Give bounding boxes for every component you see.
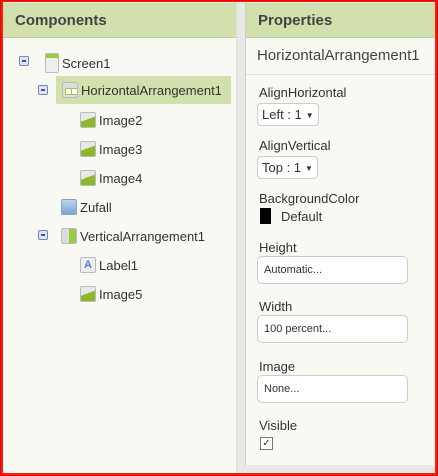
tree-item-label1[interactable]: A Label1 <box>80 254 138 276</box>
tree-label: Image3 <box>99 141 143 157</box>
image-icon <box>80 141 96 157</box>
tree-item-image3[interactable]: Image3 <box>80 138 142 160</box>
tree-label: Screen1 <box>62 55 111 71</box>
tree-label: VerticalArrangement1 <box>80 228 206 244</box>
align-horizontal-dropdown[interactable]: Left : 1 ▼ <box>257 103 319 126</box>
tree-label: HorizontalArrangement1 <box>81 82 222 98</box>
visible-label: Visible <box>259 418 298 433</box>
background-color-value[interactable]: Default <box>281 209 322 224</box>
collapse-screen1-toggle[interactable] <box>19 56 29 66</box>
components-header: Components <box>3 3 236 38</box>
tree-item-zufall[interactable]: Zufall <box>61 196 112 218</box>
tree-item-image4[interactable]: Image4 <box>80 167 142 189</box>
tree-item-verticalarrangement1[interactable]: VerticalArrangement1 <box>61 225 205 247</box>
dropdown-value: Left : 1 <box>262 107 302 122</box>
tree-item-image5[interactable]: Image5 <box>80 283 142 305</box>
components-panel: Components Screen1 HorizontalArrangement… <box>3 3 237 475</box>
tree-item-image2[interactable]: Image2 <box>80 109 142 131</box>
properties-panel: Properties HorizontalArrangement1 AlignH… <box>245 3 437 465</box>
height-label: Height <box>259 240 297 255</box>
height-field[interactable]: Automatic... <box>257 256 408 284</box>
dropdown-value: Top : 1 <box>262 160 302 175</box>
image-icon <box>80 170 96 186</box>
tree-item-horizontalarrangement1[interactable]: HorizontalArrangement1 <box>56 76 231 104</box>
width-label: Width <box>259 299 293 314</box>
collapse-vertical-arrangement1-toggle[interactable] <box>38 230 48 240</box>
tree-label: Image5 <box>99 286 143 302</box>
horizontal-arrangement-icon <box>62 82 78 98</box>
tree-item-screen1[interactable]: Screen1 <box>45 52 110 74</box>
image-field[interactable]: None... <box>257 375 408 403</box>
align-vertical-dropdown[interactable]: Top : 1 ▼ <box>257 156 318 179</box>
dropdown-arrow-icon: ▼ <box>305 111 314 121</box>
collapse-horizontal-arrangement1-toggle[interactable] <box>38 85 48 95</box>
tree-label: Zufall <box>80 199 112 215</box>
width-field[interactable]: 100 percent... <box>257 315 408 343</box>
color-swatch[interactable] <box>260 208 271 224</box>
align-horizontal-label: AlignHorizontal <box>259 85 347 100</box>
visible-checkbox[interactable]: ✓ <box>260 437 273 450</box>
tree-label: Image4 <box>99 170 143 186</box>
label-icon: A <box>80 257 96 273</box>
background-color-label: BackgroundColor <box>259 191 360 206</box>
tree-label: Label1 <box>99 257 139 273</box>
align-vertical-label: AlignVertical <box>259 138 331 153</box>
image-icon <box>80 286 96 302</box>
screen-icon <box>45 53 59 73</box>
selected-component-name: HorizontalArrangement1 <box>246 38 437 75</box>
tree-label: Image2 <box>99 112 143 128</box>
vertical-arrangement-icon <box>61 228 77 244</box>
properties-header: Properties <box>246 3 437 38</box>
button-icon <box>61 199 77 215</box>
image-label: Image <box>259 359 296 374</box>
dropdown-arrow-icon: ▼ <box>305 164 313 174</box>
image-icon <box>80 112 96 128</box>
